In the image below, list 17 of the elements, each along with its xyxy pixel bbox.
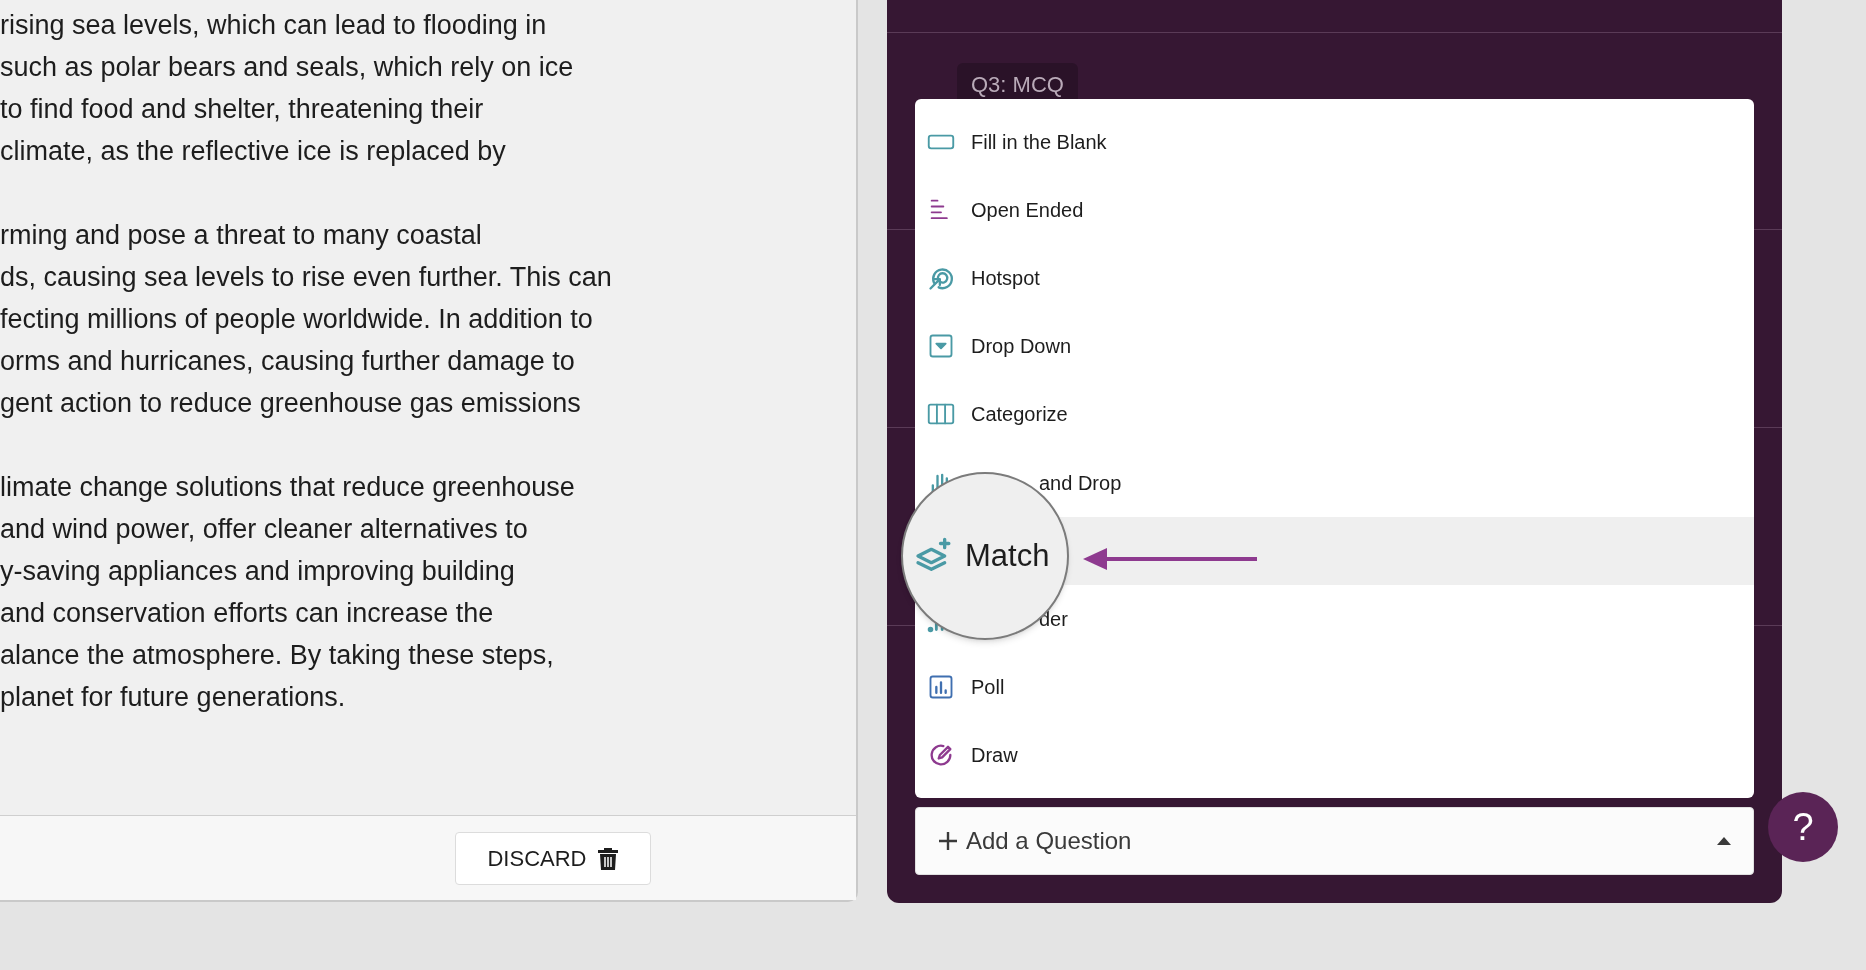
- item-label: Hotspot: [971, 266, 1040, 292]
- item-label: Fill in the Blank: [971, 130, 1107, 156]
- help-button[interactable]: ?: [1768, 792, 1838, 862]
- magnified-label: Match: [965, 536, 1050, 575]
- discard-button[interactable]: DISCARD: [455, 831, 651, 885]
- item-label: Poll: [971, 674, 1005, 700]
- add-question-dropdown[interactable]: Add a Question: [915, 807, 1754, 875]
- item-label: der: [1039, 606, 1068, 632]
- item-label: Drop Down: [971, 334, 1072, 360]
- item-label: Draw: [971, 742, 1018, 768]
- item-label: Categorize: [971, 402, 1068, 428]
- passage-paragraph: rming and pose a threat to many coastal ds, causing sea levels to rise even further. This can fecting millions of people worldwide. In addition to orms and hurricanes, causing further damage to gent action to reduce greenhouse gas emissions: [0, 219, 613, 420]
- question-tag: Q3: MCQ: [957, 63, 1078, 99]
- passage-paragraph: rising sea levels, which can lead to flooding in such as polar bears and seals, which rely on ice to find food and shelter, threatening their climate, as the reflective ice is replaced by: [0, 9, 575, 168]
- item-label: and Drop: [1039, 470, 1122, 496]
- passage-paragraph: limate change solutions that reduce greenhouse and wind power, offer cleaner alternatives to y-saving appliances and improving building and conservation efforts can increase the alance the atmosphere. By taking these steps, planet for future generations.: [0, 471, 576, 714]
- item-label: Open Ended: [971, 198, 1084, 224]
